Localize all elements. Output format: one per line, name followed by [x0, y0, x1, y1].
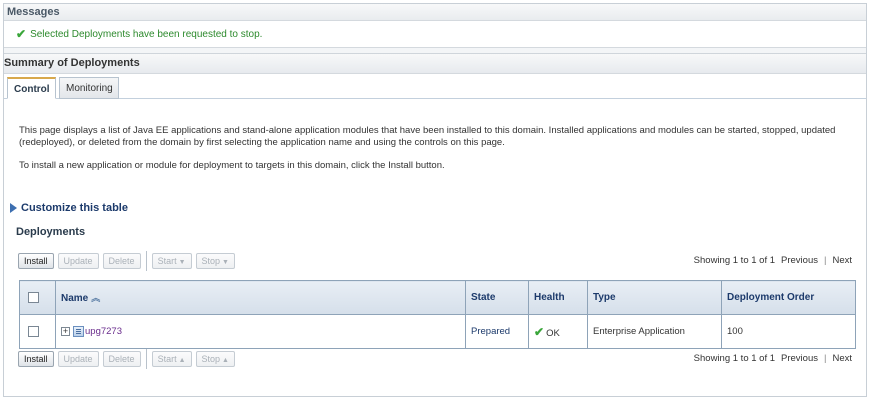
update-button[interactable]: Update: [57, 253, 99, 269]
state-cell: Prepared: [465, 314, 529, 349]
health-cell: ✔ OK: [528, 314, 588, 349]
previous-link[interactable]: Previous: [781, 353, 818, 364]
check-icon: ✔: [16, 27, 27, 41]
start-button[interactable]: Start ▲: [151, 351, 192, 367]
type-cell: Enterprise Application: [587, 314, 722, 349]
delete-button[interactable]: Delete: [102, 351, 141, 367]
paging-status: Showing 1 to 1 of 1: [693, 353, 776, 364]
check-icon: ✔: [534, 324, 545, 339]
chevron-down-icon: ▼: [178, 259, 186, 266]
tab-monitoring[interactable]: Monitoring: [59, 77, 119, 99]
next-link[interactable]: Next: [832, 353, 852, 364]
row-checkbox[interactable]: [28, 325, 39, 337]
stop-button[interactable]: Stop ▲: [195, 351, 235, 367]
deployment-name-link[interactable]: upg7273: [85, 326, 122, 337]
tab-control[interactable]: Control: [7, 77, 56, 99]
paging-divider: |: [823, 353, 827, 364]
disclosure-triangle-icon: [10, 203, 17, 213]
messages-header: Messages: [4, 4, 866, 21]
chevron-down-icon: ▼: [222, 259, 229, 266]
health-column-header[interactable]: Health: [528, 280, 588, 315]
select-all-checkbox[interactable]: [28, 291, 39, 303]
customize-table-link[interactable]: Customize this table: [10, 202, 128, 214]
install-button[interactable]: Install: [18, 351, 54, 367]
tab-bar: Control Monitoring: [4, 74, 866, 99]
install-button[interactable]: Install: [18, 253, 54, 269]
name-cell: + upg7273: [55, 314, 466, 349]
type-column-header[interactable]: Type: [587, 280, 722, 315]
deployments-table: Name ︽ State Health Type Deployment Order…: [19, 280, 856, 349]
message-row: ✔ Selected Deployments have been request…: [4, 21, 866, 47]
row-select-cell: [19, 314, 56, 349]
toolbar-separator: [145, 349, 147, 369]
top-pagination: Showing 1 to 1 of 1 Previous | Next: [694, 255, 852, 266]
update-button[interactable]: Update: [57, 351, 99, 367]
toolbar-separator: [145, 251, 147, 271]
delete-button[interactable]: Delete: [102, 253, 141, 269]
top-toolbar: Install Update Delete Start ▼ Stop ▼: [18, 251, 235, 271]
description-paragraph-2: To install a new application or module f…: [19, 160, 445, 171]
sort-ascending-icon: ︽: [91, 293, 101, 303]
start-button[interactable]: Start ▼: [151, 253, 192, 269]
stop-button[interactable]: Stop ▼: [195, 253, 235, 269]
description-paragraph-1: This page displays a list of Java EE app…: [19, 125, 836, 148]
previous-link[interactable]: Previous: [781, 255, 818, 266]
deployments-page: Messages ✔ Selected Deployments have bee…: [3, 3, 867, 397]
order-cell: 100: [721, 314, 856, 349]
name-column-header[interactable]: Name ︽: [55, 280, 466, 315]
table-row: + upg7273 Prepared ✔ OK Enterprise Applica…: [19, 314, 856, 349]
application-icon: [73, 325, 84, 337]
expand-plus-icon[interactable]: +: [61, 326, 70, 336]
state-link[interactable]: Prepared: [471, 326, 510, 337]
paging-divider: |: [823, 255, 827, 266]
bottom-pagination: Showing 1 to 1 of 1 Previous | Next: [694, 353, 852, 364]
customize-label: Customize this table: [21, 202, 128, 214]
paging-status: Showing 1 to 1 of 1: [693, 255, 776, 266]
table-header-row: Name ︽ State Health Type Deployment Order: [19, 280, 856, 315]
summary-header: Summary of Deployments: [4, 53, 866, 74]
order-column-header[interactable]: Deployment Order: [721, 280, 856, 315]
health-value: OK: [546, 327, 560, 339]
deployments-title: Deployments: [16, 226, 86, 238]
bottom-toolbar: Install Update Delete Start ▲ Stop ▲: [18, 349, 235, 369]
chevron-up-icon: ▲: [222, 357, 229, 364]
state-column-header[interactable]: State: [465, 280, 529, 315]
next-link[interactable]: Next: [832, 255, 852, 266]
message-text: Selected Deployments have been requested…: [30, 28, 263, 40]
chevron-up-icon: ▲: [178, 357, 186, 364]
select-all-header: [19, 280, 56, 315]
